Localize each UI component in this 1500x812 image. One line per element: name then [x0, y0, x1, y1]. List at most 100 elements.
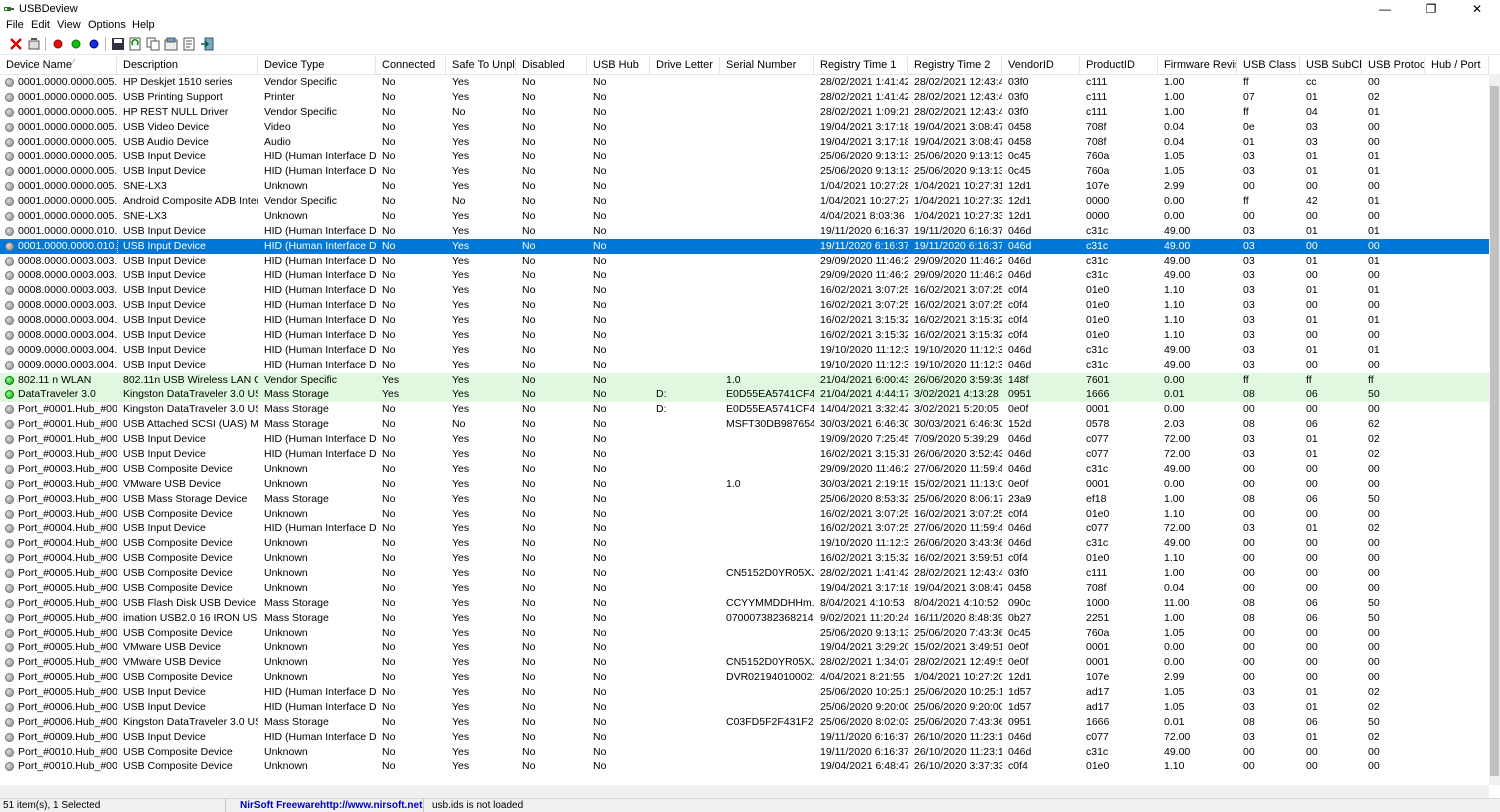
- table-row[interactable]: Port_#0004.Hub_#0002 USB Composite Device…: [0, 551, 1489, 566]
- table-row[interactable]: Port_#0005.Hub_#0001 USB Composite Device…: [0, 581, 1489, 596]
- column-header-usb-hub[interactable]: USB Hub: [587, 57, 650, 74]
- table-row[interactable]: Port_#0003.Hub_#0002 USB Input Device HID …: [0, 447, 1489, 462]
- column-header-device-type[interactable]: Device Type: [258, 57, 376, 74]
- cell-firmware-revision: 49.00: [1164, 358, 1191, 371]
- table-row[interactable]: 0001.0000.0000.005.00... HP Deskjet 1510 …: [0, 75, 1489, 90]
- table-row[interactable]: 0008.0000.0003.004.00... USB Input Device…: [0, 313, 1489, 328]
- table-row[interactable]: Port_#0005.Hub_#0001 imation USB2.0 16 IR…: [0, 611, 1489, 626]
- table-row[interactable]: Port_#0004.Hub_#0002 USB Composite Device…: [0, 536, 1489, 551]
- table-row[interactable]: Port_#0003.Hub_#0002 USB Composite Device…: [0, 507, 1489, 522]
- table-row[interactable]: 0001.0000.0000.005.00... USB Input Device…: [0, 149, 1489, 164]
- table-row[interactable]: 0001.0000.0000.005.00... USB Audio Device…: [0, 135, 1489, 150]
- cell-usb-protocol: 00: [1368, 299, 1380, 312]
- cell-registry-time-1: 19/10/2020 11:12:3...: [820, 537, 908, 550]
- table-row[interactable]: Port_#0005.Hub_#0001 USB Composite Device…: [0, 566, 1489, 581]
- table-row[interactable]: Port_#0003.Hub_#0002 USB Composite Device…: [0, 462, 1489, 477]
- copy-icon[interactable]: [145, 36, 161, 52]
- table-row[interactable]: Port_#0004.Hub_#0002 USB Input Device HID …: [0, 521, 1489, 536]
- restore-button[interactable]: ❐: [1408, 0, 1454, 18]
- refresh-icon[interactable]: [127, 36, 143, 52]
- table-row[interactable]: 802.11 n WLAN 802.11n USB Wireless LAN Ca…: [0, 372, 1489, 388]
- blue-ball-icon[interactable]: [86, 36, 102, 52]
- disconnect-icon[interactable]: [26, 36, 42, 52]
- table-row[interactable]: 0008.0000.0003.003.00... USB Input Device…: [0, 254, 1489, 269]
- table-row[interactable]: 0009.0000.0003.004.00... USB Input Device…: [0, 358, 1489, 373]
- table-row[interactable]: Port_#0010.Hub_#0001 USB Composite Device…: [0, 759, 1489, 774]
- column-header-device-name[interactable]: Device Name: [0, 57, 117, 74]
- cell-connected: No: [382, 105, 396, 118]
- menu-view[interactable]: View: [57, 19, 81, 31]
- cell-safe-to-unplug: Yes: [452, 596, 470, 609]
- table-row[interactable]: Port_#0001.Hub_#0001 USB Attached SCSI (U…: [0, 417, 1489, 432]
- horizontal-scrollbar[interactable]: [0, 785, 1489, 798]
- table-row[interactable]: 0001.0000.0000.005.00... SNE-LX3 Unknown No…: [0, 209, 1489, 224]
- column-header-connected[interactable]: Connected: [376, 57, 446, 74]
- table-row[interactable]: Port_#0005.Hub_#0001 USB Flash Disk USB D…: [0, 596, 1489, 611]
- red-ball-icon[interactable]: [50, 36, 66, 52]
- table-row[interactable]: Port_#0005.Hub_#0001 USB Input Device HID …: [0, 685, 1489, 700]
- menu-options[interactable]: Options: [88, 19, 126, 31]
- table-row[interactable]: 0008.0000.0003.003.00... USB Input Device…: [0, 283, 1489, 298]
- column-header-disabled[interactable]: Disabled: [516, 57, 587, 74]
- properties-icon[interactable]: [181, 36, 197, 52]
- table-row[interactable]: DataTraveler 3.0 Kingston DataTraveler 3.…: [0, 387, 1489, 403]
- table-row[interactable]: Port_#0005.Hub_#0001 USB Composite Device…: [0, 626, 1489, 641]
- table-row[interactable]: Port_#0005.Hub_#0001 VMware USB Device Unk…: [0, 640, 1489, 655]
- column-header-registry-time-1[interactable]: Registry Time 1: [814, 57, 908, 74]
- table-row[interactable]: Port_#0005.Hub_#0001 VMware USB Device Unk…: [0, 655, 1489, 670]
- menu-help[interactable]: Help: [132, 19, 155, 31]
- column-header-usb-class[interactable]: USB Class: [1237, 57, 1300, 74]
- table-row[interactable]: 0001.0000.0000.010.00... USB Input Device…: [0, 237, 1489, 255]
- column-header-usb-subclass[interactable]: USB SubCl...: [1300, 57, 1362, 74]
- column-header-usb-protocol[interactable]: USB Protoc...: [1362, 57, 1425, 74]
- table-row[interactable]: Port_#0010.Hub_#0001 USB Composite Device…: [0, 745, 1489, 760]
- save-icon[interactable]: [110, 36, 126, 52]
- table-row[interactable]: 0001.0000.0000.005.00... USB Printing Sup…: [0, 90, 1489, 105]
- table-row[interactable]: 0008.0000.0003.003.00... USB Input Device…: [0, 268, 1489, 283]
- column-header-product-id[interactable]: ProductID: [1080, 57, 1158, 74]
- table-row[interactable]: 0001.0000.0000.005.00... USB Video Device…: [0, 120, 1489, 135]
- table-row[interactable]: 0009.0000.0003.004.00... USB Input Device…: [0, 343, 1489, 358]
- table-row[interactable]: 0001.0000.0000.005.00... USB Input Device…: [0, 164, 1489, 179]
- nirsoft-link[interactable]: http://www.nirsoft.net: [320, 800, 422, 811]
- green-ball-icon[interactable]: [68, 36, 84, 52]
- table-row[interactable]: Port_#0003.Hub_#0002 USB Mass Storage Dev…: [0, 492, 1489, 507]
- column-header-serial-number[interactable]: Serial Number: [720, 57, 814, 74]
- menu-edit[interactable]: Edit: [31, 19, 50, 31]
- exit-icon[interactable]: [199, 36, 215, 52]
- column-header-registry-time-2[interactable]: Registry Time 2: [908, 57, 1002, 74]
- vertical-scrollbar[interactable]: [1489, 74, 1500, 785]
- table-row[interactable]: 0001.0000.0000.005.00... SNE-LX3 Unknown No…: [0, 179, 1489, 194]
- column-header-safe-to-unplug[interactable]: Safe To Unpl...: [446, 57, 516, 74]
- uninstall-icon[interactable]: [8, 36, 24, 52]
- table-row[interactable]: 0001.0000.0000.010.00... USB Input Device…: [0, 224, 1489, 239]
- cell-description: USB Composite Device: [123, 567, 233, 580]
- column-header-vendor-id[interactable]: VendorID: [1002, 57, 1080, 74]
- table-row[interactable]: Port_#0001.Hub_#0001 Kingston DataTravele…: [0, 402, 1489, 417]
- table-row[interactable]: 0001.0000.0000.005.00... Android Composit…: [0, 194, 1489, 209]
- table-row[interactable]: Port_#0009.Hub_#0001 USB Input Device HID …: [0, 730, 1489, 745]
- menu-file[interactable]: File: [6, 19, 24, 31]
- scrollbar-thumb[interactable]: [1490, 86, 1499, 776]
- column-header-firmware-revision[interactable]: Firmware Revis...: [1158, 57, 1237, 74]
- cell-connected: No: [382, 314, 396, 327]
- table-row[interactable]: Port_#0006.Hub_#0001 USB Input Device HID …: [0, 700, 1489, 715]
- cell-safe-to-unplug: Yes: [452, 180, 470, 193]
- column-header-description[interactable]: Description: [117, 57, 258, 74]
- close-button[interactable]: ✕: [1454, 0, 1500, 18]
- table-row[interactable]: 0008.0000.0003.003.00... USB Input Device…: [0, 298, 1489, 313]
- table-row[interactable]: 0008.0000.0003.004.00... USB Input Device…: [0, 328, 1489, 343]
- html-report-icon[interactable]: [163, 36, 179, 52]
- cell-device-name: 0001.0000.0000.010.00...: [18, 224, 117, 237]
- column-header-hub-port[interactable]: Hub / Port: [1425, 57, 1489, 74]
- table-row[interactable]: Port_#0001.Hub_#0002 USB Input Device HID …: [0, 432, 1489, 447]
- table-row[interactable]: Port_#0005.Hub_#0001 USB Composite Device…: [0, 670, 1489, 685]
- minimize-button[interactable]: —: [1362, 0, 1408, 18]
- cell-safe-to-unplug: Yes: [452, 135, 470, 148]
- cell-firmware-revision: 1.00: [1164, 105, 1185, 118]
- table-row[interactable]: Port_#0006.Hub_#0002 Kingston DataTravele…: [0, 715, 1489, 730]
- column-header-drive-letter[interactable]: Drive Letter: [650, 57, 720, 74]
- table-row[interactable]: 0001.0000.0000.005.00... HP REST NULL Dri…: [0, 105, 1489, 120]
- table-row[interactable]: Port_#0003.Hub_#0002 VMware USB Device Unk…: [0, 477, 1489, 492]
- cell-serial-number: CCYYMMDDHHm...: [726, 596, 814, 609]
